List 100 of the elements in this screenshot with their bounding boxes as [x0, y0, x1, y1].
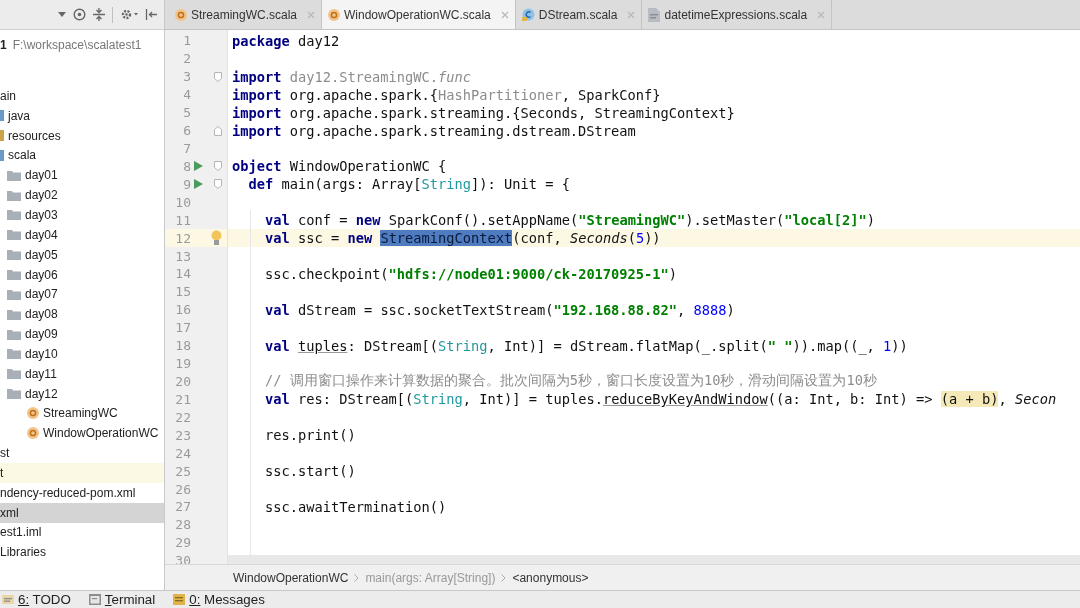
tree-item[interactable]: t [0, 463, 164, 483]
line-number: 6 [182, 123, 191, 139]
line-number: 10 [174, 194, 191, 210]
target-icon[interactable] [73, 8, 86, 21]
line-number: 3 [182, 69, 191, 85]
line-number: 17 [174, 320, 191, 336]
code-line: res.print() [265, 427, 356, 444]
line-number: 23 [174, 427, 191, 443]
tree-item[interactable]: resources [0, 125, 164, 146]
line-number: 5 [182, 105, 191, 121]
tree-item[interactable]: xml [0, 502, 164, 523]
fold-icon[interactable] [214, 71, 222, 82]
messages-icon [173, 594, 186, 605]
line-number: 19 [174, 356, 191, 372]
tree-item[interactable]: StreamingWC [0, 403, 164, 424]
tree-item[interactable]: st [0, 443, 164, 464]
breadcrumb[interactable]: <anonymous> [512, 570, 589, 585]
code-line: // 调用窗口操作来计算数据的聚合。批次间隔为5秒，窗口长度设置为10秒，滑动间隔设置为10秒 [265, 372, 877, 391]
code-line: def main(args: Array[String]): Unit = { [248, 176, 570, 193]
settings-icon[interactable] [120, 8, 138, 21]
tree-item[interactable]: ndency-reduced-pom.xml [0, 482, 164, 503]
code-line: import day12.StreamingWC.func [232, 68, 471, 85]
line-number: 18 [174, 338, 191, 354]
pin-icon[interactable] [145, 8, 158, 21]
collapse-icon[interactable] [93, 8, 105, 21]
run-icon[interactable] [194, 161, 203, 172]
close-icon[interactable] [627, 10, 636, 19]
object-icon [27, 407, 39, 420]
object-icon [328, 8, 341, 21]
fold-icon[interactable] [214, 161, 222, 172]
tree-item[interactable]: day12 [0, 383, 164, 404]
terminal-icon [88, 594, 101, 605]
object-icon [175, 8, 187, 21]
close-icon[interactable] [307, 10, 316, 19]
todo-icon [2, 594, 14, 605]
line-number: 7 [182, 141, 191, 156]
tree-item[interactable]: day05 [0, 244, 164, 265]
tool-window-button[interactable]: Terminal [88, 592, 156, 607]
tree-item[interactable]: day04 [0, 224, 164, 245]
breadcrumb[interactable]: WindowOperationWC [233, 570, 349, 585]
close-icon[interactable] [817, 10, 826, 19]
bulb-icon[interactable] [211, 230, 222, 247]
code-line: object WindowOperationWC { [232, 158, 447, 175]
line-number: 26 [174, 481, 191, 497]
tree-item[interactable]: est1.iml [0, 522, 164, 543]
line-number: 20 [174, 373, 191, 389]
code-line: val tuples: DStream[(String, Int)] = dStream.flatMap(_.split(" ")).map((_, 1)) [265, 337, 908, 354]
tree-item[interactable]: day03 [0, 205, 164, 225]
tree-item[interactable]: java [0, 105, 164, 126]
code-line: ssc.start() [265, 463, 356, 480]
line-number: 9 [182, 176, 191, 192]
close-icon[interactable] [500, 10, 509, 19]
code-line: import org.apache.spark.streaming.{Seconds, StreamingContext} [232, 104, 735, 121]
tree-item[interactable]: day02 [0, 185, 164, 206]
project-path: F:\workspace\scalatest1 [12, 38, 142, 52]
line-number: 14 [174, 266, 191, 282]
class-icon [521, 8, 535, 21]
line-number: 16 [174, 302, 191, 318]
line-number: 15 [174, 284, 191, 300]
tree-item[interactable]: day11 [0, 363, 164, 384]
caret-icon[interactable] [58, 12, 66, 17]
editor-tab[interactable]: WindowOperationWC.scala [322, 0, 516, 29]
run-icon[interactable] [194, 179, 203, 190]
tree-item[interactable]: day06 [0, 264, 164, 285]
line-number: 13 [174, 248, 191, 264]
tree-item[interactable]: day01 [0, 165, 164, 186]
code-line: import org.apache.spark.streaming.dstream.DStream [232, 122, 636, 139]
tree-item[interactable]: day10 [0, 343, 164, 364]
line-number: 25 [174, 463, 191, 479]
tree-item[interactable]: day08 [0, 304, 164, 325]
tool-window-button[interactable]: 0: Messages [173, 592, 265, 607]
line-number: 24 [174, 445, 191, 461]
tree-item[interactable]: ain [0, 86, 164, 106]
code-line: import org.apache.spark.{HashPartitioner, SparkConf} [232, 86, 661, 103]
line-number: 8 [182, 158, 191, 174]
code-line: val res: DStream[(String, Int)] = tuples.reduceByKeyAndWindow((a: Int, b: Int) => (a + b), Secon [265, 391, 1057, 408]
line-number: 4 [182, 87, 191, 103]
tree-item[interactable]: scala [0, 145, 164, 166]
project-name: 1 [0, 38, 7, 52]
tree-item[interactable]: day07 [0, 284, 164, 305]
chevron-icon [354, 573, 360, 582]
scrollbar[interactable] [228, 555, 1080, 564]
code-line: package day12 [232, 32, 340, 49]
code-line: ssc.checkpoint("hdfs://node01:9000/ck-20170925-1") [265, 265, 678, 282]
line-number: 28 [174, 517, 191, 533]
chevron-icon [501, 573, 507, 582]
line-number: 11 [174, 212, 191, 228]
tree-item[interactable]: Libraries [0, 542, 164, 563]
code-line: ssc.awaitTermination() [265, 498, 447, 515]
line-number: 21 [174, 391, 191, 407]
line-number: 27 [174, 499, 191, 515]
fold-icon[interactable] [214, 179, 222, 190]
tree-item[interactable]: WindowOperationWC [0, 423, 164, 444]
code-line: val dStream = ssc.socketTextStream("192.168.88.82", 8888) [265, 301, 735, 318]
object-icon [27, 427, 39, 440]
line-number: 1 [182, 33, 191, 49]
code-line: val ssc = new StreamingContext(conf, Seconds(5)) [265, 230, 661, 247]
tree-item[interactable]: day09 [0, 324, 164, 344]
tool-window-button[interactable]: 6: TODO [2, 592, 71, 607]
fold-icon[interactable] [214, 125, 222, 136]
